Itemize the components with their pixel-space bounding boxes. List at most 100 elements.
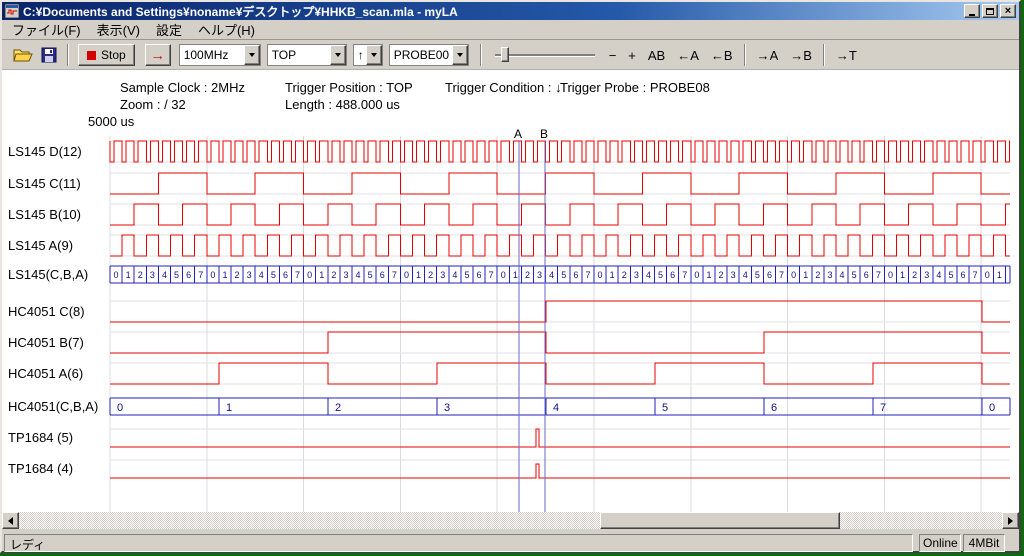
bus-value: 0 xyxy=(985,270,990,280)
bus-value: 0 xyxy=(307,270,312,280)
bus-value: 4 xyxy=(553,402,559,414)
bus-value: 4 xyxy=(549,270,554,280)
down-arrow-glyph xyxy=(249,53,255,57)
bus-value: 0 xyxy=(598,270,603,280)
app-icon xyxy=(5,4,19,18)
goto-b-left-button[interactable]: ←B xyxy=(706,44,738,66)
length-info: Length : 488.000 us xyxy=(285,97,400,112)
channel-label: LS145 C(11) xyxy=(8,176,81,191)
horizontal-scrollbar[interactable] xyxy=(2,512,1019,529)
bus-value: 4 xyxy=(840,270,845,280)
bus-value: 4 xyxy=(356,270,361,280)
waveform-display[interactable]: LS145 D(12)LS145 C(11)LS145 B(10)LS145 A… xyxy=(2,128,1019,512)
bus-value: 7 xyxy=(392,270,397,280)
sample-clock-select[interactable]: 100MHz xyxy=(179,44,261,66)
bus-value: 7 xyxy=(876,270,881,280)
toolbar-separator xyxy=(744,44,746,66)
bus-value: 1 xyxy=(416,270,421,280)
trigger-probe-info: Trigger Probe : PROBE08 xyxy=(560,80,710,95)
sample-clock-value: 100MHz xyxy=(180,48,244,62)
bus-value: 6 xyxy=(864,270,869,280)
bus-value: 1 xyxy=(222,270,227,280)
bus-value: 5 xyxy=(271,270,276,280)
marker-label: B xyxy=(540,128,548,141)
zoom-slider[interactable] xyxy=(493,44,597,66)
chevron-down-icon[interactable] xyxy=(366,45,382,65)
chevron-down-icon[interactable] xyxy=(452,45,468,65)
sample-clock-info: Sample Clock : 2MHz xyxy=(120,80,245,95)
down-arrow-glyph xyxy=(371,53,377,57)
goto-t-button[interactable]: →T xyxy=(831,44,862,66)
status-memory: 4MBit xyxy=(963,534,1005,552)
chevron-down-icon[interactable] xyxy=(244,45,260,65)
trigger-position-select[interactable]: TOP xyxy=(267,44,347,66)
waveform-trace xyxy=(110,429,1010,447)
toolbar-separator xyxy=(67,44,69,66)
bus-value: 7 xyxy=(295,270,300,280)
waveform-trace xyxy=(110,173,1010,194)
bus-value: 2 xyxy=(331,270,336,280)
open-file-button[interactable] xyxy=(10,43,36,67)
bus-value: 4 xyxy=(743,270,748,280)
bus-value: 3 xyxy=(731,270,736,280)
menu-file[interactable]: ファイル(F) xyxy=(4,18,89,41)
zoom-info: Zoom : / 32 xyxy=(120,97,186,112)
bus-value: 2 xyxy=(525,270,530,280)
zoom-slider-thumb[interactable] xyxy=(501,47,509,62)
floppy-disk-icon xyxy=(41,47,57,63)
bus-value: 2 xyxy=(138,270,143,280)
trigger-position-info: Trigger Position : TOP xyxy=(285,80,413,95)
goto-a-right-button[interactable]: →A xyxy=(752,44,784,66)
ab-button[interactable]: AB xyxy=(643,44,670,66)
channel-label: LS145 B(10) xyxy=(8,207,81,222)
zoom-in-button[interactable]: + xyxy=(623,44,641,66)
bus-value: 1 xyxy=(126,270,131,280)
channel-label: TP1684 (4) xyxy=(8,461,73,476)
bus-value: 5 xyxy=(464,270,469,280)
bus-value: 3 xyxy=(537,270,542,280)
bus-value: 0 xyxy=(501,270,506,280)
goto-a-left-button[interactable]: ←A xyxy=(672,44,704,66)
menu-settings[interactable]: 設定 xyxy=(148,18,190,41)
minimize-icon xyxy=(969,14,975,16)
maximize-button[interactable] xyxy=(982,4,998,18)
save-button[interactable] xyxy=(36,43,62,67)
zoom-out-button[interactable]: − xyxy=(604,44,622,66)
scroll-left-button[interactable] xyxy=(2,512,19,529)
run-button[interactable]: → xyxy=(145,44,171,66)
bus-value: 1 xyxy=(803,270,808,280)
bus-value: 0 xyxy=(791,270,796,280)
close-button[interactable]: × xyxy=(1000,4,1016,18)
trigger-edge-select[interactable]: ↑ xyxy=(353,44,383,66)
bus-value: 3 xyxy=(444,402,450,414)
bus-value: 5 xyxy=(755,270,760,280)
waveform-trace xyxy=(110,332,1010,353)
window-buttons: × xyxy=(964,4,1016,18)
bus-value: 2 xyxy=(235,270,240,280)
bus-value: 2 xyxy=(815,270,820,280)
chevron-down-icon[interactable] xyxy=(330,45,346,65)
bus-value: 3 xyxy=(343,270,348,280)
scrollbar-thumb[interactable] xyxy=(600,512,840,529)
bus-value: 1 xyxy=(513,270,518,280)
toolbar-separator xyxy=(823,44,825,66)
menu-view[interactable]: 表示(V) xyxy=(89,18,148,41)
stop-button[interactable]: Stop xyxy=(78,44,135,66)
waveform-trace xyxy=(110,363,1010,384)
maximize-icon xyxy=(986,8,994,15)
goto-b-right-button[interactable]: →B xyxy=(785,44,817,66)
probe-value: PROBE00 xyxy=(390,48,452,62)
statusbar: レディ Online 4MBit xyxy=(2,534,1019,552)
probe-select[interactable]: PROBE00 xyxy=(389,44,469,66)
bus-value: 1 xyxy=(706,270,711,280)
bus-value: 0 xyxy=(210,270,215,280)
bus-value: 2 xyxy=(912,270,917,280)
minimize-button[interactable] xyxy=(964,4,980,18)
bus-value: 0 xyxy=(989,402,995,414)
scroll-right-button[interactable] xyxy=(1002,512,1019,529)
menu-help[interactable]: ヘルプ(H) xyxy=(190,18,263,41)
toolbar: Stop → 100MHz TOP ↑ PROBE00 − + AB ←A xyxy=(2,41,1019,70)
bus-value: 6 xyxy=(380,270,385,280)
waveform-trace xyxy=(110,464,1010,478)
bus-value: 4 xyxy=(452,270,457,280)
